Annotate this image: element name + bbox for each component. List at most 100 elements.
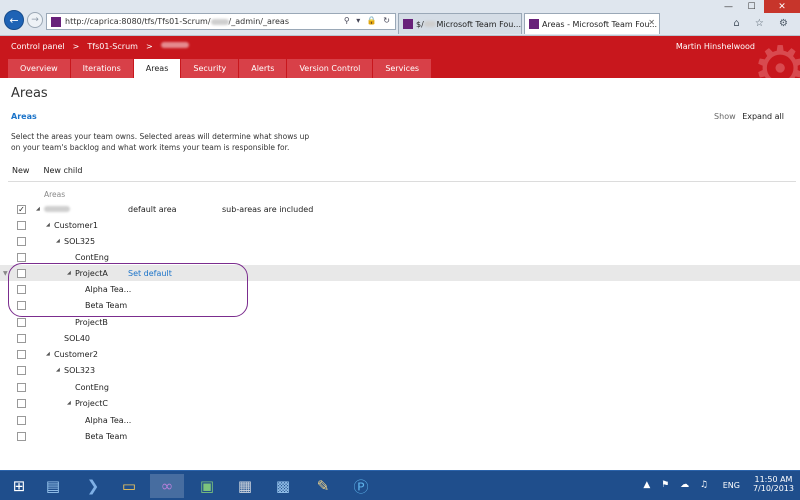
crumb-separator: >	[145, 42, 153, 51]
area-name: SOL40	[64, 333, 91, 343]
collapse-triangle-icon[interactable]: ◢	[67, 400, 71, 406]
server-manager-icon[interactable]: ▤	[36, 474, 70, 498]
area-name: SOL323	[64, 365, 96, 375]
notepad-icon[interactable]: ✎	[306, 474, 340, 498]
area-checkbox[interactable]	[17, 252, 26, 262]
tab-overview[interactable]: Overview	[8, 59, 70, 78]
area-checkbox[interactable]	[17, 317, 26, 327]
area-name: ProjectB	[75, 317, 108, 327]
area-name	[44, 205, 70, 214]
minimize-button[interactable]: —	[717, 0, 740, 13]
address-actions[interactable]: ⚲ ▾ 🔒 ↻	[344, 16, 392, 25]
internet-explorer-icon[interactable]: Ⓟ	[344, 474, 378, 498]
dropdown-icon[interactable]: ▾	[356, 16, 362, 25]
area-checkbox[interactable]	[17, 333, 26, 343]
expand-all-link[interactable]: Expand all	[742, 112, 784, 121]
refresh-icon[interactable]: ↻	[383, 16, 392, 25]
new-button[interactable]: New	[12, 166, 29, 175]
new-child-button[interactable]: New child	[43, 166, 82, 175]
column-header-areas: Areas	[44, 190, 66, 199]
forward-button[interactable]: →	[27, 12, 43, 28]
arrow-left-icon: ←	[9, 13, 19, 27]
visual-studio-icon[interactable]: ∞	[150, 474, 184, 498]
tree-row[interactable]: ◢ SOL325	[0, 233, 800, 249]
powershell-icon[interactable]: ❯	[76, 474, 110, 498]
tab-services[interactable]: Services	[373, 59, 432, 78]
tree-row[interactable]: ◢ Customer1	[0, 217, 800, 233]
area-checkbox[interactable]	[17, 415, 26, 425]
section-title: Areas	[11, 112, 37, 121]
area-name: ContEng	[75, 252, 109, 262]
area-name: Alpha Tea...	[85, 415, 132, 425]
area-checkbox[interactable]	[17, 220, 26, 230]
tab-areas[interactable]: Areas	[133, 59, 181, 78]
tree-row[interactable]: ◢ ProjectC	[0, 395, 800, 411]
collapse-triangle-icon[interactable]: ◢	[56, 367, 60, 373]
buildings-icon[interactable]: ▦	[228, 474, 262, 498]
tab-alerts[interactable]: Alerts	[239, 59, 287, 78]
area-name: Beta Team	[85, 431, 128, 441]
tab-prefix: $/	[416, 19, 424, 29]
user-name[interactable]: Martin Hinshelwood	[676, 42, 755, 51]
close-tab-icon[interactable]: ✕	[648, 18, 655, 27]
tab-security[interactable]: Security	[181, 59, 239, 78]
lock-icon: 🔒	[366, 16, 379, 25]
tab-iterations[interactable]: Iterations	[70, 59, 133, 78]
search-icon[interactable]: ⚲	[344, 16, 352, 25]
description: Select the areas your team owns. Selecte…	[11, 132, 310, 152]
collapse-triangle-icon[interactable]: ◢	[56, 238, 60, 244]
area-checkbox[interactable]	[17, 382, 26, 392]
browser-tab-source[interactable]: $/ Microsoft Team Fou...	[398, 13, 522, 34]
tree-row[interactable]: Alpha Tea...	[0, 412, 800, 428]
browser-toolbar-icons[interactable]: ⌂ ☆ ⚙	[733, 18, 794, 29]
area-name: Customer1	[54, 220, 98, 230]
collapse-triangle-icon[interactable]: ◢	[36, 206, 40, 212]
area-checkbox[interactable]: ✓	[17, 204, 26, 214]
browser-chrome: ← → http://caprica:8080/tfs/Tfs01-Scrum/…	[0, 0, 800, 36]
collapse-triangle-icon[interactable]: ◢	[46, 351, 50, 357]
back-button[interactable]: ←	[4, 10, 24, 30]
area-checkbox[interactable]	[17, 349, 26, 359]
maximize-button[interactable]: ☐	[740, 0, 763, 13]
tree-row[interactable]: ◢ Customer2	[0, 346, 800, 362]
package-icon[interactable]: ▣	[190, 474, 224, 498]
default-area-label: default area	[128, 204, 177, 214]
visual-studio-icon	[403, 19, 413, 29]
area-checkbox[interactable]	[17, 365, 26, 375]
crumb-control-panel[interactable]: Control panel	[11, 42, 65, 51]
tab-version-control[interactable]: Version Control	[287, 59, 373, 78]
clock[interactable]: 11:50 AM 7/10/2013	[753, 475, 794, 493]
tree-row[interactable]: ContEng	[0, 379, 800, 395]
tree-row[interactable]: Beta Team	[0, 428, 800, 444]
sub-areas-label: sub-areas are included	[222, 204, 314, 214]
area-checkbox[interactable]	[17, 431, 26, 441]
address-bar[interactable]: http://caprica:8080/tfs/Tfs01-Scrum//_ad…	[46, 13, 396, 30]
windows-start-icon[interactable]: ⊞	[2, 474, 36, 498]
toolbar: New New child	[12, 166, 82, 175]
tree-row[interactable]: ✓ ◢ default area sub-areas are included	[0, 201, 800, 217]
remote-desktop-icon[interactable]: ▩	[266, 474, 300, 498]
gear-icon: ⚙	[752, 36, 800, 79]
area-name: ProjectC	[75, 398, 108, 408]
tab-label: Areas - Microsoft Team Fou...	[542, 19, 658, 29]
tree-row[interactable]: ◢ SOL323	[0, 362, 800, 378]
language-indicator[interactable]: ENG	[723, 481, 740, 490]
breadcrumb: Control panel > Tfs01-Scrum >	[11, 42, 189, 51]
system-tray-icons[interactable]: ▲ ⚑ ☁ ♫	[643, 480, 712, 490]
area-checkbox[interactable]	[17, 236, 26, 246]
clock-time: 11:50 AM	[754, 475, 793, 484]
crumb-project[interactable]	[160, 42, 189, 48]
tfs-header: Control panel > Tfs01-Scrum > Martin Hin…	[0, 36, 800, 78]
tree-row[interactable]: SOL40	[0, 330, 800, 346]
collapse-triangle-icon[interactable]: ◢	[46, 222, 50, 228]
area-checkbox[interactable]	[17, 398, 26, 408]
file-explorer-icon[interactable]: ▭	[112, 474, 146, 498]
arrow-right-icon: →	[31, 15, 39, 25]
url-text: http://caprica:8080/tfs/Tfs01-Scrum//_ad…	[65, 17, 289, 26]
visual-studio-icon	[51, 16, 61, 27]
close-button[interactable]: ✕	[764, 0, 800, 13]
crumb-collection[interactable]: Tfs01-Scrum	[87, 42, 138, 51]
crumb-separator: >	[72, 42, 80, 51]
browser-tab-areas[interactable]: Areas - Microsoft Team Fou... ✕	[524, 13, 660, 34]
area-name: SOL325	[64, 236, 96, 246]
